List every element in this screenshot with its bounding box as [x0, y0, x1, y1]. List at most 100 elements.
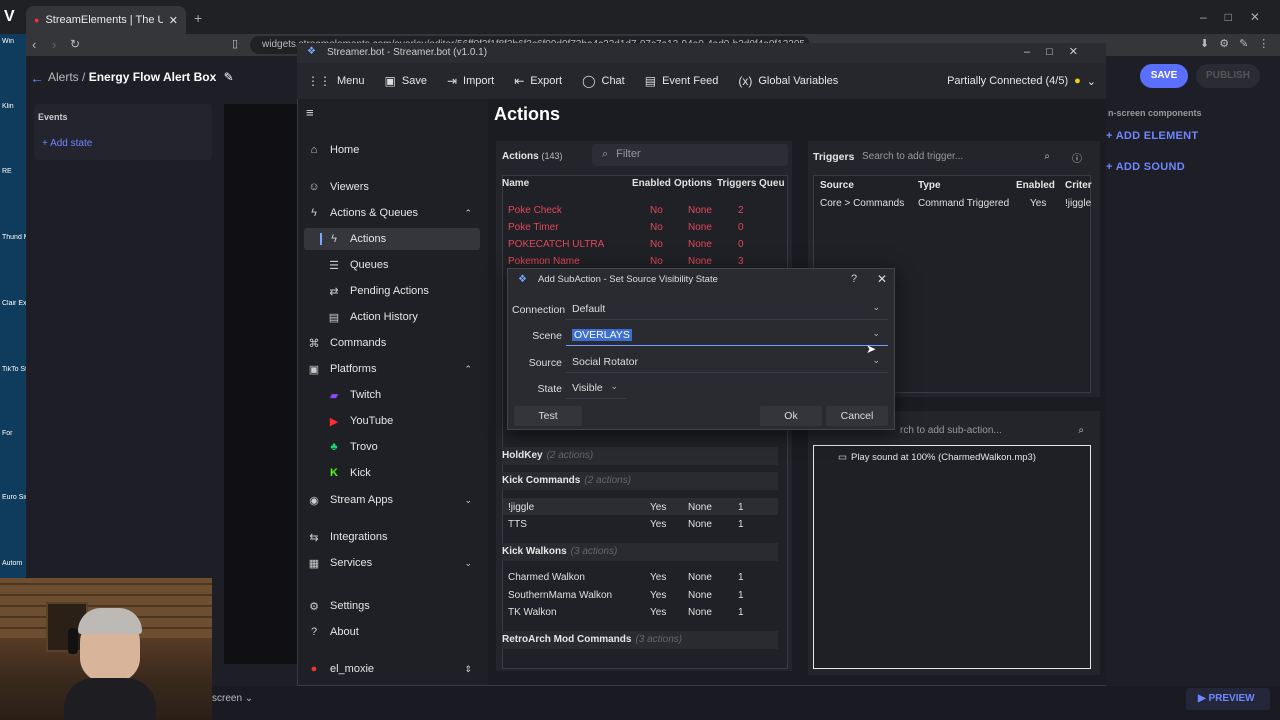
action-group-holdkey[interactable]: HoldKey (2 actions) [502, 447, 778, 465]
hamburger-icon[interactable]: ≡ [306, 105, 314, 120]
trigger-source[interactable]: Core > Commands [820, 198, 904, 209]
source-select[interactable]: Social Rotator ⌄ [566, 351, 888, 373]
subaction-search-input[interactable]: rch to add sub-action... ⌕ [896, 421, 1092, 439]
nav-actions-queues[interactable]: ϟ Actions & Queues ⌃ [304, 202, 480, 224]
event-feed-button[interactable]: ▤ Event Feed [635, 63, 729, 99]
nav-youtube[interactable]: ▶ YouTube [304, 410, 480, 432]
nav-commands[interactable]: ⌘ Commands [304, 332, 480, 354]
chat-button[interactable]: ◯ Chat [572, 63, 635, 99]
browser-tab[interactable]: ● StreamElements | The Ultimate ✕ [26, 6, 186, 34]
chevron-updown-icon: ⇕ [464, 663, 472, 674]
add-element-button[interactable]: + ADD ELEMENT [1106, 130, 1198, 142]
forward-icon[interactable]: › [52, 37, 56, 52]
action-name[interactable]: Charmed Walkon [508, 572, 585, 583]
ok-button[interactable]: Ok [760, 406, 822, 426]
add-state-button[interactable]: + Add state [42, 138, 92, 149]
group-count: (3 actions) [570, 546, 618, 557]
breadcrumb-root[interactable]: Alerts [48, 70, 79, 84]
screen-selector[interactable]: screen ⌄ [212, 693, 253, 704]
close-icon[interactable]: ✕ [877, 272, 887, 286]
scene-select[interactable]: OVERLAYS ⌄ [566, 324, 888, 346]
bookmark-icon[interactable]: ▯ [232, 37, 238, 50]
help-button[interactable]: ? [851, 273, 857, 285]
nav-services-label: Services [330, 557, 373, 569]
menu-button[interactable]: ⋮⋮ Menu [297, 63, 375, 99]
state-select[interactable]: Visible ⌄ [566, 377, 626, 399]
reload-icon[interactable]: ↻ [70, 37, 80, 51]
filter-input[interactable]: ⌕ Filter [592, 144, 788, 166]
publish-button[interactable]: PUBLISH [1196, 64, 1260, 88]
global-variables-button[interactable]: (x) Global Variables [728, 63, 848, 99]
new-tab-icon[interactable]: + [194, 10, 202, 26]
nav-settings[interactable]: ⚙ Settings [304, 595, 480, 617]
preview-button[interactable]: ▶ PREVIEW [1186, 688, 1270, 710]
sb-window-controls[interactable]: –□✕ [1024, 45, 1094, 58]
desktop-label: Win [2, 38, 15, 45]
close-icon[interactable]: ✕ [169, 14, 178, 27]
nav-viewers[interactable]: ☺ Viewers [304, 176, 480, 198]
save-toolbar-button[interactable]: ▣ Save [375, 63, 437, 99]
chat-icon: ◯ [582, 74, 596, 88]
subaction-list[interactable] [813, 445, 1091, 669]
trigger-column-header[interactable]: Type [918, 180, 941, 191]
nav-queues[interactable]: ☰ Queues [304, 254, 480, 276]
action-group-retroarch[interactable]: RetroArch Mod Commands (3 actions) [502, 631, 778, 649]
nav-pending-actions[interactable]: ⇄ Pending Actions [304, 280, 480, 302]
nav-integrations[interactable]: ⇆ Integrations [304, 526, 480, 548]
column-header[interactable]: Enabled [632, 178, 671, 189]
action-group-kick-commands[interactable]: Kick Commands (2 actions) [502, 472, 778, 490]
back-arrow-icon[interactable]: ← [30, 70, 44, 86]
nav-trovo-label: Trovo [350, 441, 378, 453]
cancel-button[interactable]: Cancel [826, 406, 888, 426]
save-button[interactable]: SAVE [1140, 64, 1188, 88]
history-icon: ▤ [328, 311, 340, 324]
nav-actions[interactable]: ϟ Actions [304, 228, 480, 250]
table-row-selected[interactable] [503, 498, 778, 515]
add-sound-button[interactable]: + ADD SOUND [1106, 161, 1185, 173]
back-icon[interactable]: ‹ [32, 37, 36, 52]
group-count: (2 actions) [546, 450, 594, 461]
actions-label: Actions [502, 151, 539, 162]
extensions-icons[interactable]: ⬇⚙✎⋮ [1200, 37, 1279, 50]
trigger-search-input[interactable]: Search to add trigger... ⌕ [856, 148, 1058, 166]
action-name[interactable]: TK Walkon [508, 607, 557, 618]
action-name[interactable]: TTS [508, 519, 527, 530]
action-group-kick-walkons[interactable]: Kick Walkons (3 actions) [502, 543, 778, 561]
add-state-label: Add state [50, 138, 93, 149]
nav-trovo[interactable]: ♣ Trovo [304, 436, 480, 458]
column-header[interactable]: Name [502, 178, 529, 189]
column-header[interactable]: Options [674, 178, 712, 189]
action-name[interactable]: Pokemon Name [508, 256, 580, 267]
connection-select[interactable]: Default ⌄ [566, 298, 888, 320]
nav-platforms[interactable]: ▣ Platforms ⌃ [304, 358, 480, 380]
nav-services[interactable]: ▦ Services ⌄ [304, 552, 480, 574]
edit-pencil-icon[interactable]: ✎ [224, 70, 234, 84]
test-button[interactable]: Test [514, 406, 582, 426]
nav-action-history-label: Action History [350, 311, 418, 323]
subaction-item[interactable]: ▭ Play sound at 100% (CharmedWalkon.mp3) [838, 452, 1036, 463]
nav-home[interactable]: ⌂ Home [304, 139, 480, 161]
trigger-column-header[interactable]: Criter [1065, 180, 1092, 191]
export-icon: ⇤ [514, 74, 525, 88]
action-name[interactable]: POKECATCH ULTRA [508, 239, 604, 250]
nav-action-history[interactable]: ▤ Action History [304, 306, 480, 328]
column-header[interactable]: Triggers [717, 178, 756, 189]
connection-status[interactable]: Partially Connected (4/5) ● ⌄ [937, 63, 1106, 99]
overlay-canvas[interactable] [224, 104, 299, 664]
action-name[interactable]: !jiggle [508, 502, 534, 513]
action-name[interactable]: Poke Check [508, 205, 562, 216]
nav-about[interactable]: ? About [304, 621, 480, 643]
user-account[interactable]: ● el_moxie ⇕ [304, 658, 480, 680]
trigger-column-header[interactable]: Source [820, 180, 854, 191]
window-controls[interactable]: –□✕ [1200, 10, 1278, 24]
nav-stream-apps[interactable]: ◉ Stream Apps ⌄ [304, 489, 480, 511]
column-header[interactable]: Queu [759, 178, 785, 189]
nav-twitch[interactable]: ▰ Twitch [304, 384, 480, 406]
import-button[interactable]: ⇥ Import [437, 63, 504, 99]
info-icon[interactable]: ⓘ [1072, 150, 1082, 165]
trigger-column-header[interactable]: Enabled [1016, 180, 1055, 191]
export-button[interactable]: ⇤ Export [504, 63, 572, 99]
action-name[interactable]: SouthernMama Walkon [508, 590, 612, 601]
action-name[interactable]: Poke Timer [508, 222, 559, 233]
nav-kick[interactable]: K Kick [304, 462, 480, 484]
